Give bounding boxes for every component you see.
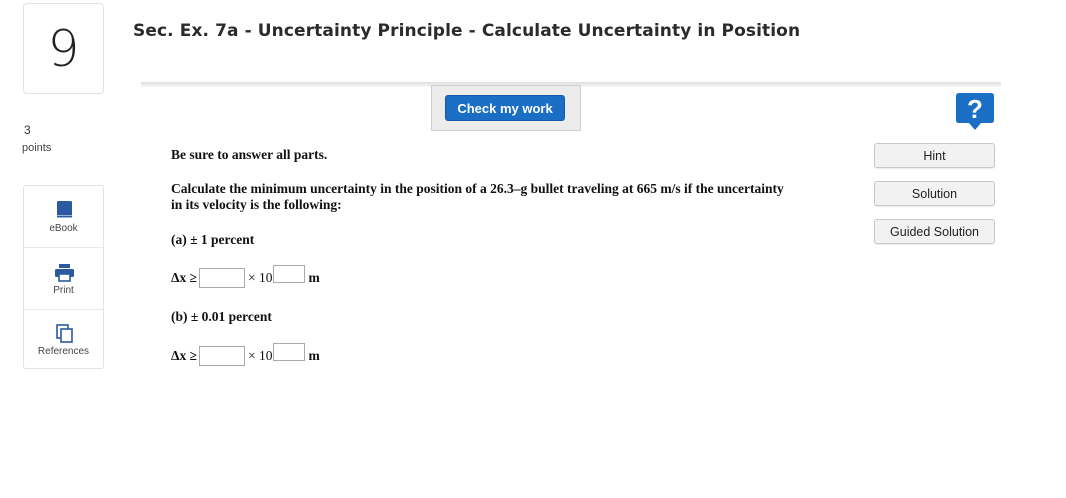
references-icon xyxy=(56,324,73,343)
ebook-icon xyxy=(57,201,72,218)
sidebar-item-label: Print xyxy=(53,285,74,296)
question-number: 9 xyxy=(47,19,80,78)
part-b-label: (b) ± 0.01 percent xyxy=(171,309,272,324)
instruction-text: Be sure to answer all parts. xyxy=(171,147,328,162)
points-label: points xyxy=(22,142,52,154)
resource-sidebar: eBook Print References xyxy=(23,185,104,369)
hint-button[interactable]: Hint xyxy=(874,143,995,168)
help-symbol: ? xyxy=(967,94,983,124)
unit-label: m xyxy=(308,348,320,363)
times-ten-label: × 10 xyxy=(248,348,273,363)
answer-row-b: Δx ≥ × 10 m xyxy=(171,343,320,368)
delta-x-label: Δx ≥ xyxy=(171,270,197,285)
check-my-work-button[interactable]: Check my work xyxy=(445,95,565,121)
sidebar-item-label: References xyxy=(37,346,90,357)
help-icon[interactable]: ? xyxy=(955,92,995,132)
guided-solution-button[interactable]: Guided Solution xyxy=(874,219,995,244)
exponent-input-a[interactable] xyxy=(272,265,305,283)
check-work-panel: Check my work xyxy=(431,85,581,131)
question-title: Sec. Ex. 7a - Uncertainty Principle - Ca… xyxy=(133,21,801,41)
unit-label: m xyxy=(308,270,320,285)
sidebar-item-ebook[interactable]: eBook xyxy=(24,186,103,248)
solution-button[interactable]: Solution xyxy=(874,181,995,206)
coefficient-input-b[interactable] xyxy=(199,346,245,366)
print-icon xyxy=(55,264,74,282)
answer-row-a: Δx ≥ × 10 m xyxy=(171,265,320,290)
sidebar-item-references[interactable]: References xyxy=(24,310,103,371)
times-ten-label: × 10 xyxy=(248,270,273,285)
sidebar-item-label: eBook xyxy=(49,223,78,234)
delta-x-label: Δx ≥ xyxy=(171,348,197,363)
question-prompt: Calculate the minimum uncertainty in the… xyxy=(171,181,784,212)
part-a-label: (a) ± 1 percent xyxy=(171,232,255,247)
question-number-box: 9 xyxy=(23,3,104,94)
points-value: 3 xyxy=(24,123,31,137)
coefficient-input-a[interactable] xyxy=(199,268,245,288)
sidebar-item-print[interactable]: Print xyxy=(24,248,103,310)
exponent-input-b[interactable] xyxy=(272,343,305,361)
